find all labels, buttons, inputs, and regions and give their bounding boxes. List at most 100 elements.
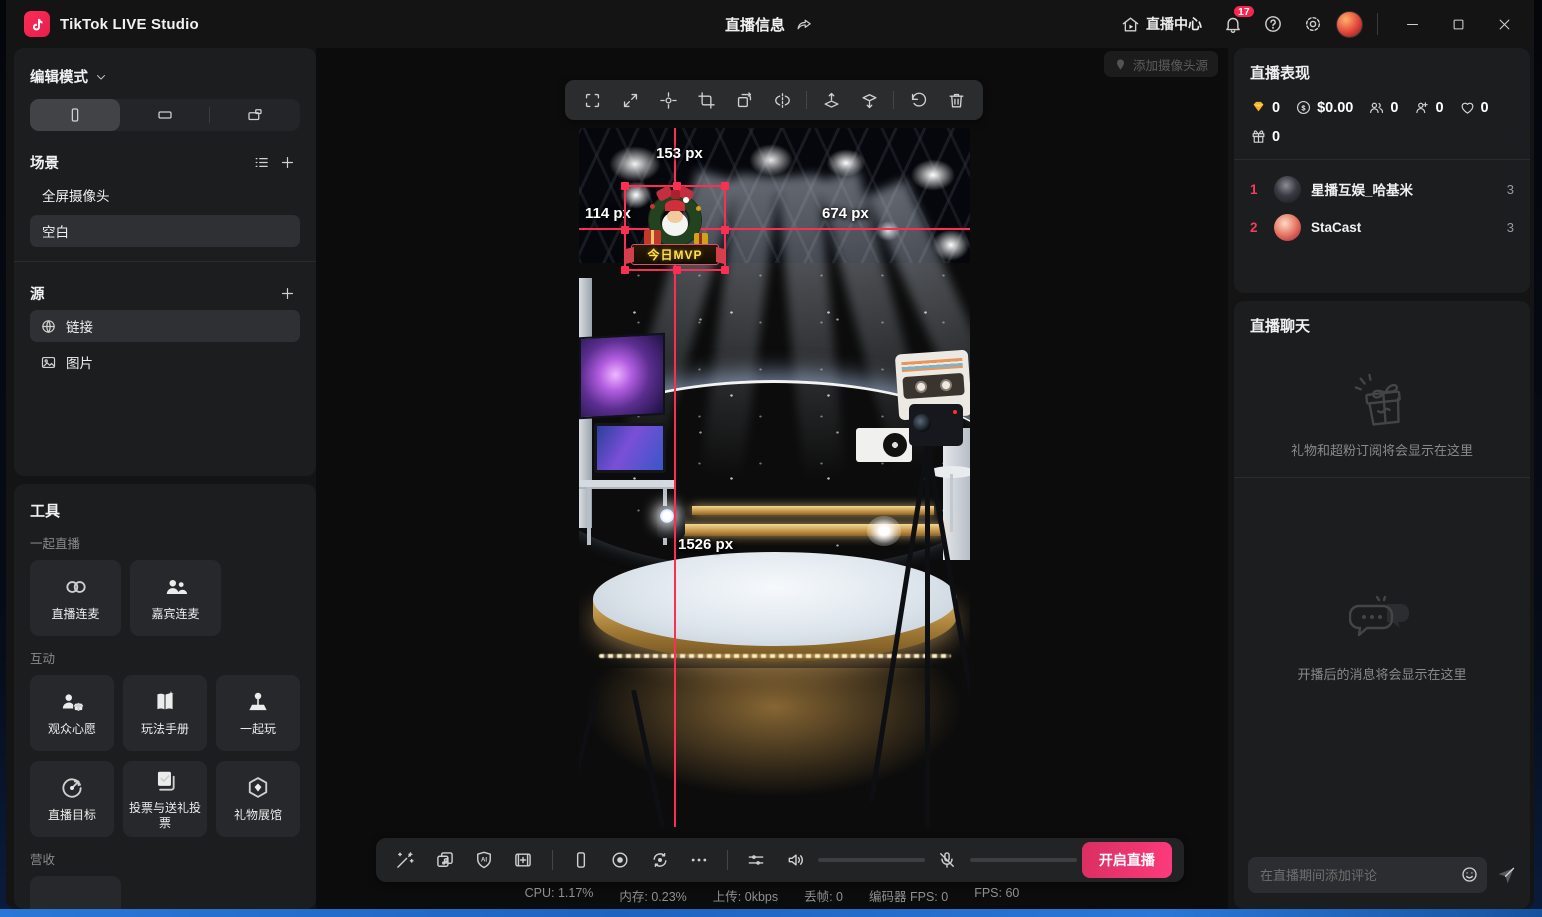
chevron-down-icon	[97, 74, 105, 80]
image-icon	[41, 356, 56, 368]
fit-bounds-icon[interactable]	[574, 84, 610, 116]
expand-icon[interactable]	[612, 84, 648, 116]
tool-card-play-together[interactable]: 一起玩	[216, 675, 300, 751]
tool-card-play-handbook[interactable]: 玩法手册	[123, 675, 207, 751]
ranking-row-2[interactable]: 2 StaCast 3	[1250, 208, 1514, 246]
device-mode-switcher	[30, 99, 300, 131]
resize-handle-w[interactable]	[621, 226, 629, 234]
audio-mixer-icon[interactable]	[739, 843, 773, 877]
tool-card-revenue[interactable]	[30, 876, 121, 909]
performance-stats: 0 $ $0.00 0 0 0 0	[1250, 99, 1514, 145]
scene-list-icon[interactable]	[248, 149, 274, 175]
speaker-icon[interactable]	[779, 843, 813, 877]
tool-card-label: 直播目标	[47, 808, 96, 822]
phone-mirror-icon[interactable]	[564, 843, 598, 877]
tool-card-label: 投票与送礼投票	[128, 800, 201, 830]
scene-wall-right	[943, 428, 970, 560]
add-camera-source-hint[interactable]: 添加摄像头源	[1103, 51, 1218, 77]
stat-gifts: 0	[1250, 128, 1280, 145]
comment-input[interactable]	[1248, 857, 1487, 893]
status-dropped-frames: 丢帧: 0	[804, 890, 844, 904]
notifications-bell-icon[interactable]: 17	[1216, 4, 1256, 41]
share-icon[interactable]	[793, 13, 815, 35]
mode-landscape-button[interactable]	[120, 99, 210, 131]
source-item-link[interactable]: 链接	[30, 310, 300, 342]
flip-up-icon[interactable]	[813, 84, 849, 116]
handbook-icon	[157, 691, 174, 710]
speaker-volume-slider[interactable]	[818, 858, 926, 862]
maximize-button[interactable]	[1438, 4, 1478, 44]
record-icon[interactable]	[603, 843, 637, 877]
mode-popout-button[interactable]	[210, 99, 300, 131]
tool-card-guest-colink[interactable]: 嘉宾连麦	[130, 560, 221, 636]
scene-tripod-leg	[925, 446, 930, 827]
scene-item-fullscreen-camera[interactable]: 全屏摄像头	[30, 179, 300, 211]
crop-icon[interactable]	[688, 84, 724, 116]
joystick-icon	[249, 692, 267, 711]
mode-portrait-button[interactable]	[30, 99, 120, 131]
undo-icon[interactable]	[900, 84, 936, 116]
go-live-button[interactable]: 开启直播	[1081, 842, 1173, 878]
mic-volume-slider[interactable]	[969, 858, 1077, 862]
center-align-icon[interactable]	[650, 84, 686, 116]
tool-card-gift-gallery[interactable]: 礼物展馆	[216, 761, 300, 837]
frame-add-icon[interactable]	[506, 843, 540, 877]
media-music-icon[interactable]	[427, 843, 461, 877]
edit-mode-dropdown[interactable]: 编辑模式	[30, 66, 300, 87]
rotate-icon[interactable]	[726, 84, 762, 116]
source-item-image[interactable]: 图片	[30, 346, 300, 378]
send-comment-icon[interactable]	[1496, 865, 1516, 885]
resize-handle-se[interactable]	[721, 266, 729, 274]
help-icon[interactable]	[1256, 7, 1290, 41]
resize-handle-n[interactable]	[673, 182, 681, 190]
ranking-row-1[interactable]: 1 星播互娱_哈基米 3	[1250, 170, 1514, 208]
scene-moving-light	[657, 506, 685, 538]
mic-muted-icon[interactable]	[930, 843, 964, 877]
rank-avatar	[1274, 213, 1301, 241]
resize-handle-nw[interactable]	[621, 182, 629, 190]
beautify-wand-icon[interactable]	[388, 843, 422, 877]
live-center-button[interactable]: 直播中心	[1113, 8, 1210, 40]
more-options-icon[interactable]	[682, 843, 716, 877]
toolbar-divider	[806, 91, 807, 109]
resize-handle-e[interactable]	[721, 226, 729, 234]
likes-icon	[1461, 102, 1473, 114]
pin-icon	[1116, 58, 1125, 70]
tool-card-live-colink[interactable]: 直播连麦	[30, 560, 121, 636]
resize-handle-ne[interactable]	[721, 182, 729, 190]
source-item-label: 图片	[66, 356, 93, 371]
resize-handle-s[interactable]	[673, 266, 681, 274]
ai-effects-icon[interactable]: AI	[467, 843, 501, 877]
tool-card-live-goal[interactable]: 直播目标	[30, 761, 114, 837]
rank-name: StaCast	[1311, 219, 1362, 235]
add-source-icon[interactable]	[274, 280, 300, 306]
goal-target-icon	[62, 778, 82, 798]
gift-empty-state: 礼物和超粉订阅将会显示在这里	[1250, 370, 1514, 459]
tool-card-polls[interactable]: 投票与送礼投票	[123, 761, 207, 837]
stat-new-followers: 0	[1413, 99, 1444, 116]
delete-icon[interactable]	[938, 84, 974, 116]
mirror-horizontal-icon[interactable]	[764, 84, 800, 116]
stat-diamonds: 0	[1250, 99, 1280, 116]
scene-monitor	[594, 423, 666, 473]
minimize-button[interactable]	[1392, 4, 1432, 44]
camera-refresh-icon[interactable]	[642, 843, 676, 877]
emoji-icon[interactable]	[1460, 865, 1479, 884]
flip-down-icon[interactable]	[851, 84, 887, 116]
user-avatar[interactable]	[1336, 10, 1363, 38]
scene-item-label: 空白	[42, 225, 69, 240]
stat-revenue: $ $0.00	[1295, 99, 1353, 116]
close-button[interactable]	[1484, 4, 1524, 44]
stat-viewers: 0	[1368, 99, 1398, 116]
overlay-selection[interactable]: 今日MVP	[621, 182, 729, 274]
svg-text:AI: AI	[481, 857, 488, 864]
settings-gear-icon[interactable]	[1296, 7, 1330, 41]
tool-card-audience-wish[interactable]: 观众心愿	[30, 675, 114, 751]
video-preview[interactable]: 153 px 114 px 674 px 1526 px 今日MVP	[579, 128, 970, 827]
rank-score: 3	[1506, 219, 1514, 235]
rank-score: 3	[1506, 181, 1514, 197]
scene-item-blank[interactable]: 空白	[30, 215, 300, 247]
add-scene-icon[interactable]	[274, 149, 300, 175]
mvp-wreath-image	[638, 185, 712, 250]
resize-handle-sw[interactable]	[621, 266, 629, 274]
